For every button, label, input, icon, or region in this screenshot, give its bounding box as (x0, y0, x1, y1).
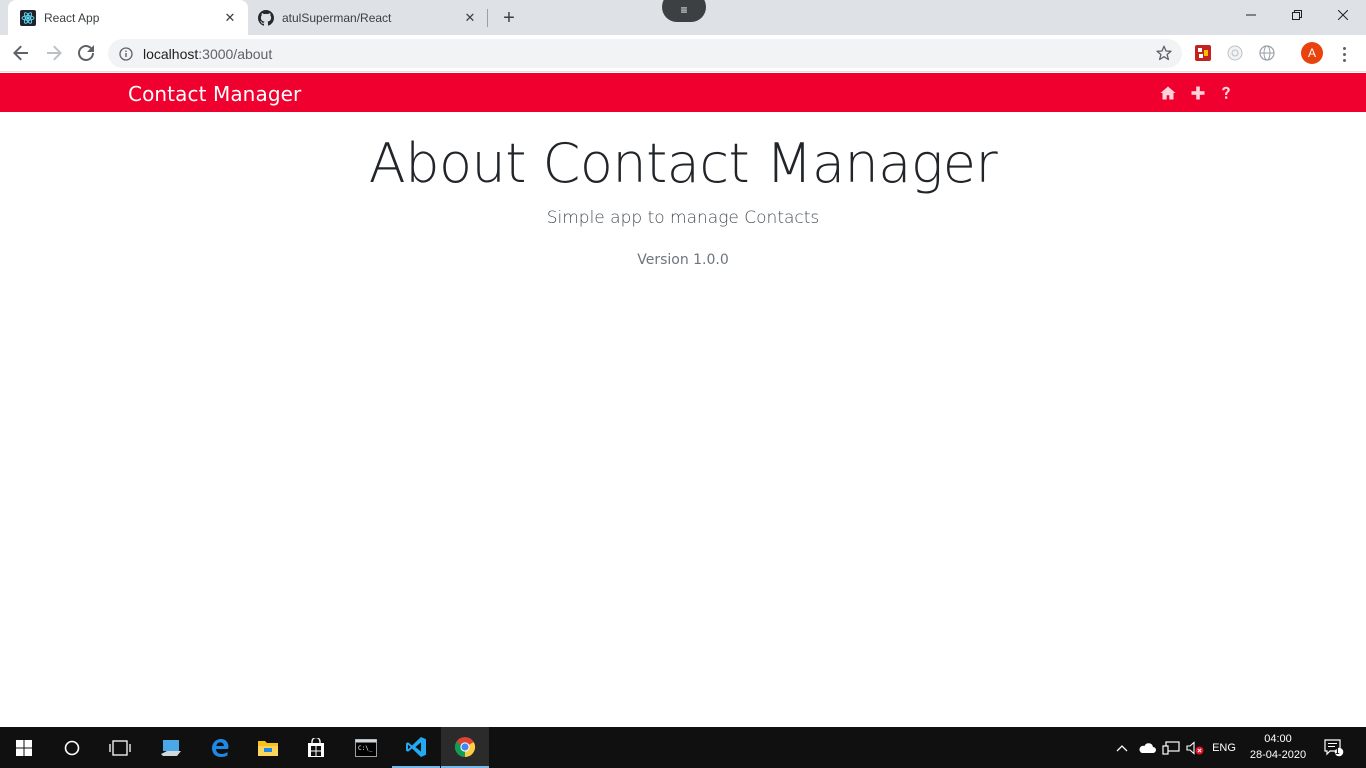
url-text: localhost:3000/about (143, 46, 272, 62)
notification-count: 1 (1335, 747, 1340, 756)
info-icon[interactable] (118, 46, 134, 62)
onedrive-icon[interactable] (1137, 739, 1157, 757)
network-icon[interactable] (1161, 739, 1181, 757)
window-close-icon[interactable] (1320, 0, 1366, 30)
tab-github[interactable]: atulSuperman/React ✕ (248, 0, 488, 35)
tab-react-app[interactable]: React App ✕ (8, 0, 248, 35)
more-menu-icon[interactable] (1336, 44, 1352, 64)
clock-date: 28-04-2020 (1249, 749, 1307, 761)
tab-title: atulSuperman/React (282, 10, 392, 25)
chrome-icon[interactable] (441, 727, 489, 768)
restore-icon[interactable] (1274, 0, 1320, 30)
edge-icon[interactable] (196, 727, 244, 768)
store-icon[interactable] (292, 727, 340, 768)
task-view-icon[interactable] (96, 727, 144, 768)
terminal-icon[interactable]: C:\_ (342, 727, 390, 768)
vscode-icon[interactable] (392, 727, 440, 768)
tab-title: React App (44, 10, 100, 25)
extension-circle-icon[interactable] (1225, 43, 1245, 63)
app-navbar: Contact Manager (0, 73, 1366, 112)
browser-tabstrip: React App ✕ atulSuperman/React ✕ + ≡ (0, 0, 1366, 35)
forward-icon[interactable] (41, 40, 67, 66)
file-share-icon[interactable] (148, 727, 196, 768)
react-icon (20, 9, 36, 26)
version-text: Version 1.0.0 (637, 252, 729, 268)
url-path: :3000/about (198, 45, 273, 62)
taskbar-clock[interactable]: 04:00 28-04-2020 (1242, 731, 1314, 763)
reload-icon[interactable] (73, 40, 99, 66)
language-indicator[interactable]: ENG (1207, 739, 1241, 757)
back-icon[interactable] (8, 40, 34, 66)
url-host: localhost (143, 45, 199, 62)
github-icon (258, 9, 274, 26)
plus-icon[interactable] (1188, 83, 1208, 103)
page-content: About Contact Manager Simple app to mana… (0, 112, 1366, 727)
home-icon[interactable] (1158, 83, 1178, 103)
extension-red-icon[interactable] (1193, 43, 1213, 63)
bookmark-star-icon[interactable] (1156, 45, 1172, 66)
new-tab-button[interactable]: + (498, 7, 520, 29)
extension-globe-icon[interactable] (1257, 43, 1277, 63)
svg-text:C:\_: C:\_ (358, 745, 373, 752)
address-bar[interactable]: localhost:3000/about (108, 39, 1182, 68)
browser-toolbar: localhost:3000/about A (0, 35, 1366, 72)
close-icon[interactable]: ✕ (220, 8, 240, 28)
page-title: About Contact Manager (368, 132, 998, 195)
windows-taskbar: C:\_ ENG 04:00 28-04-2020 1 (0, 727, 1366, 768)
volume-muted-icon[interactable] (1185, 739, 1205, 757)
tray-expand-icon[interactable] (1114, 739, 1130, 757)
close-icon[interactable]: ✕ (460, 8, 480, 28)
menu-handle-icon[interactable]: ≡ (662, 0, 706, 22)
page-lead: Simple app to manage Contacts (546, 208, 820, 228)
start-icon[interactable] (0, 727, 48, 768)
tab-divider (487, 9, 488, 27)
app-brand[interactable]: Contact Manager (128, 82, 301, 106)
question-icon[interactable] (1216, 83, 1236, 103)
action-center-icon[interactable]: 1 (1322, 739, 1346, 757)
minimize-icon[interactable] (1228, 0, 1274, 30)
clock-time: 04:00 (1264, 733, 1292, 745)
file-explorer-icon[interactable] (244, 727, 292, 768)
cortana-icon[interactable] (48, 727, 96, 768)
profile-avatar[interactable]: A (1301, 42, 1323, 64)
